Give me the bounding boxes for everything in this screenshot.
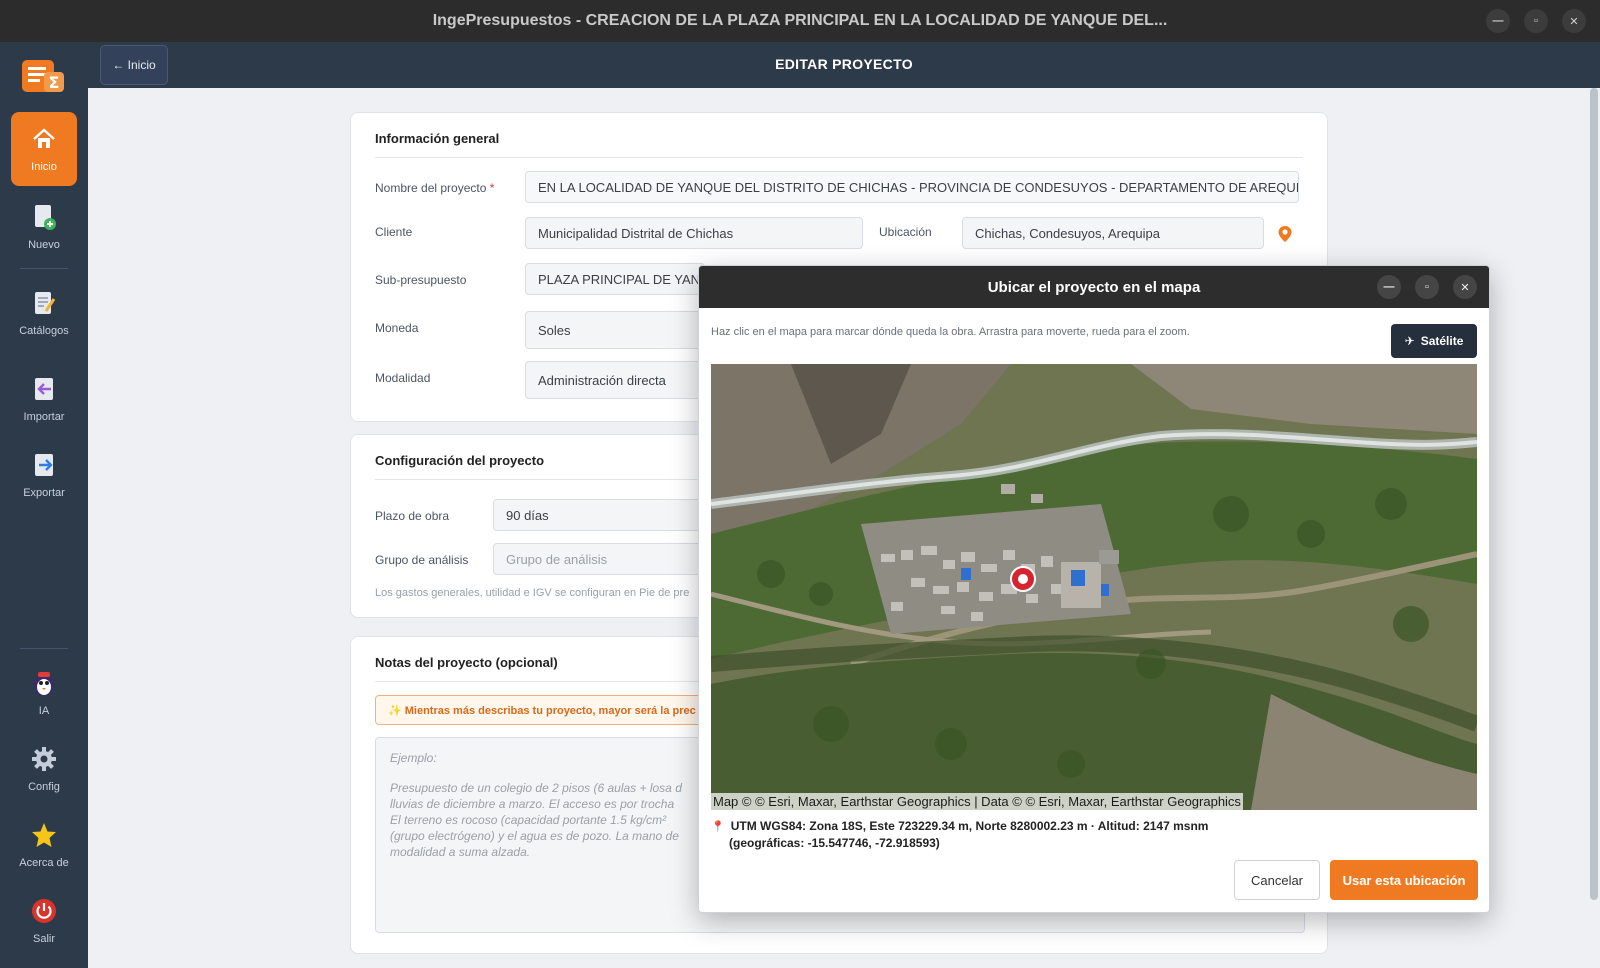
term-label: Plazo de obra — [375, 509, 450, 523]
minimize-icon[interactable]: — — [1377, 275, 1401, 299]
sidebar-item-catalogos[interactable]: Catálogos — [11, 276, 77, 350]
page-title: EDITAR PROYECTO — [775, 56, 913, 72]
sidebar-item-importar[interactable]: Importar — [11, 362, 77, 436]
window-titlebar: IngePresupuestos - CREACION DE LA PLAZA … — [0, 0, 1600, 42]
map-hint: Haz clic en el mapa para marcar dónde qu… — [711, 326, 1190, 338]
analysis-group-field[interactable]: Grupo de análisis — [493, 543, 705, 575]
currency-label: Moneda — [375, 321, 419, 335]
window-controls: — ▫ ✕ — [1486, 9, 1586, 33]
subbudget-field[interactable]: PLAZA PRINCIPAL DE YAN — [525, 263, 705, 295]
satellite-map[interactable]: Map © © Esri, Maxar, Earthstar Geographi… — [711, 364, 1477, 810]
use-location-button[interactable]: Usar esta ubicación — [1330, 860, 1478, 900]
close-icon[interactable]: ✕ — [1562, 9, 1586, 33]
modality-select[interactable]: Administración directa — [525, 361, 705, 399]
analysis-group-label: Grupo de análisis — [375, 553, 469, 567]
new-document-icon — [30, 203, 58, 231]
maximize-icon[interactable]: ▫ — [1524, 9, 1548, 33]
home-icon — [30, 125, 58, 153]
map-attribution: Map © © Esri, Maxar, Earthstar Geographi… — [711, 793, 1243, 810]
location-field[interactable]: Chichas, Condesuyos, Arequipa — [962, 217, 1264, 249]
modality-label: Modalidad — [375, 371, 431, 385]
satellite-label: Satélite — [1420, 334, 1464, 348]
sidebar-item-nuevo[interactable]: Nuevo — [11, 190, 77, 264]
sidebar-item-inicio[interactable]: Inicio — [11, 112, 77, 186]
utm-coordinates: UTM WGS84: Zona 18S, Este 723229.34 m, N… — [730, 819, 1209, 833]
currency-select[interactable]: Soles — [525, 311, 705, 349]
app-header: ← Inicio EDITAR PROYECTO — [88, 42, 1600, 88]
dialog-controls: — ▫ ✕ — [1377, 275, 1477, 299]
app-logo: Σ — [22, 60, 64, 92]
cancel-button[interactable]: Cancelar — [1234, 860, 1320, 900]
power-icon — [30, 897, 58, 925]
client-label: Cliente — [375, 225, 413, 239]
term-field[interactable]: 90 días — [493, 499, 705, 531]
sidebar-divider — [20, 648, 68, 649]
sidebar-item-label: Catálogos — [19, 325, 69, 337]
star-icon — [30, 821, 58, 849]
location-marker[interactable] — [1010, 566, 1036, 592]
subbudget-label: Sub-presupuesto — [375, 273, 467, 287]
catalog-icon — [30, 289, 58, 317]
sidebar-item-label: Inicio — [31, 161, 57, 173]
svg-text:Σ: Σ — [49, 73, 60, 92]
dialog-title: Ubicar el proyecto en el mapa — [987, 278, 1201, 296]
sidebar-item-label: Acerca de — [19, 857, 69, 869]
maximize-icon[interactable]: ▫ — [1415, 275, 1439, 299]
sidebar-item-ia[interactable]: IA — [11, 656, 77, 730]
sidebar-divider — [20, 268, 68, 269]
sidebar-item-salir[interactable]: Salir — [11, 884, 77, 958]
divider — [375, 157, 1303, 158]
section-title: Notas del proyecto (opcional) — [375, 655, 558, 670]
section-title: Configuración del proyecto — [375, 453, 545, 468]
import-icon — [30, 375, 58, 403]
geographic-coordinates: (geográficas: -15.547746, -72.918593) — [729, 836, 940, 850]
scrollbar[interactable] — [1590, 88, 1598, 900]
close-icon[interactable]: ✕ — [1453, 275, 1477, 299]
satellite-icon: ✈ — [1404, 334, 1415, 348]
minimize-icon[interactable]: — — [1486, 9, 1510, 33]
gear-icon — [30, 745, 58, 773]
sidebar-item-label: Nuevo — [28, 239, 60, 251]
sidebar: Σ Inicio Nuevo Catálogos Importar Export… — [0, 42, 88, 968]
client-field[interactable]: Municipalidad Distrital de Chichas — [525, 217, 863, 249]
export-icon — [30, 451, 58, 479]
sidebar-item-label: Importar — [23, 411, 65, 423]
sidebar-item-label: Config — [28, 781, 60, 793]
sidebar-item-label: Salir — [32, 933, 55, 945]
sidebar-item-config[interactable]: Config — [11, 732, 77, 806]
window-title: IngePresupuestos - CREACION DE LA PLAZA … — [432, 12, 1168, 29]
config-note: Los gastos generales, utilidad e IGV se … — [375, 587, 690, 599]
required-mark: * — [489, 181, 495, 195]
ai-bot-icon — [30, 669, 58, 697]
coordinates-readout: 📍 UTM WGS84: Zona 18S, Este 723229.34 m, … — [711, 818, 1208, 851]
section-title: Información general — [375, 131, 500, 146]
map-imagery — [711, 364, 1477, 810]
satellite-toggle-button[interactable]: ✈ Satélite — [1391, 324, 1477, 358]
map-pin-icon[interactable] — [1277, 225, 1293, 243]
project-name-field[interactable]: EN LA LOCALIDAD DE YANQUE DEL DISTRITO D… — [525, 171, 1299, 203]
sidebar-item-label: Exportar — [23, 487, 65, 499]
sidebar-item-label: IA — [38, 705, 50, 717]
location-label: Ubicación — [879, 225, 932, 239]
project-name-label: Nombre del proyecto * — [375, 181, 495, 195]
dialog-titlebar: Ubicar el proyecto en el mapa — ▫ ✕ — [699, 266, 1489, 308]
sidebar-item-exportar[interactable]: Exportar — [11, 438, 77, 512]
sidebar-item-acerca[interactable]: Acerca de — [11, 808, 77, 882]
map-dialog: Ubicar el proyecto en el mapa — ▫ ✕ Haz … — [698, 265, 1490, 913]
pin-icon: 📍 — [711, 821, 725, 833]
